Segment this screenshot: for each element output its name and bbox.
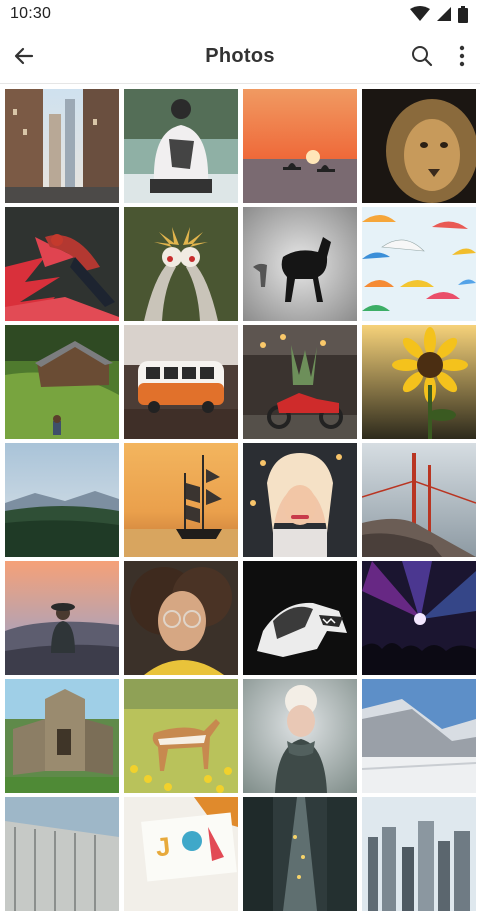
photo-thumbnail[interactable]: J (124, 797, 238, 911)
photo-thumbnail[interactable] (362, 443, 476, 557)
photo-thumbnail[interactable] (124, 679, 238, 793)
photo-thumbnail[interactable] (243, 443, 357, 557)
photo-thumbnail[interactable] (5, 89, 119, 203)
photo-thumbnail[interactable] (243, 561, 357, 675)
photo-grid: J (5, 89, 476, 911)
photo-thumbnail[interactable] (124, 325, 238, 439)
more-vert-icon (459, 45, 465, 67)
photo-thumbnail[interactable] (243, 89, 357, 203)
photo-thumbnail[interactable] (362, 561, 476, 675)
photo-thumbnail[interactable] (362, 89, 476, 203)
photo-thumbnail[interactable] (124, 443, 238, 557)
photo-thumbnail[interactable] (362, 207, 476, 321)
photo-thumbnail[interactable] (5, 679, 119, 793)
status-bar: 10:30 (0, 0, 480, 28)
app-bar: Photos (0, 28, 480, 84)
photo-thumbnail[interactable] (5, 797, 119, 911)
status-time: 10:30 (10, 5, 52, 22)
status-icons (410, 5, 468, 23)
photo-thumbnail[interactable] (5, 561, 119, 675)
photo-thumbnail[interactable] (243, 679, 357, 793)
back-button[interactable] (8, 40, 40, 72)
signal-icon (437, 7, 451, 21)
photo-thumbnail[interactable] (124, 89, 238, 203)
photo-thumbnail[interactable] (362, 797, 476, 911)
photo-thumbnail[interactable] (5, 325, 119, 439)
photo-thumbnail[interactable] (362, 679, 476, 793)
more-options-button[interactable] (446, 40, 478, 72)
search-icon (412, 46, 433, 67)
photo-thumbnail[interactable] (243, 325, 357, 439)
wifi-icon (410, 6, 430, 21)
photo-thumbnail[interactable] (5, 443, 119, 557)
battery-icon (458, 5, 468, 23)
search-button[interactable] (406, 40, 438, 72)
photo-thumbnail[interactable] (124, 207, 238, 321)
arrow-left-icon (14, 47, 34, 65)
photo-thumbnail[interactable] (362, 325, 476, 439)
photo-thumbnail[interactable] (124, 561, 238, 675)
photo-thumbnail[interactable] (243, 797, 357, 911)
photo-thumbnail[interactable] (243, 207, 357, 321)
photo-thumbnail[interactable] (5, 207, 119, 321)
